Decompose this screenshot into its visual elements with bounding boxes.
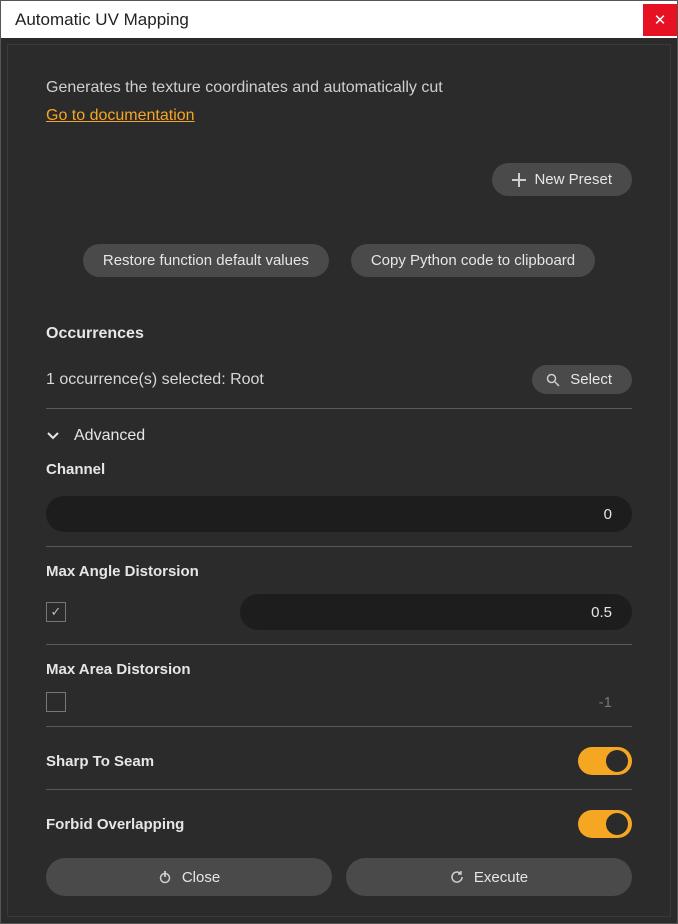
toggle-knob — [606, 750, 628, 772]
max-area-row: -1 — [46, 692, 632, 712]
new-preset-label: New Preset — [534, 171, 612, 188]
divider — [46, 644, 632, 645]
restore-defaults-label: Restore function default values — [103, 252, 309, 269]
plus-icon — [512, 173, 526, 187]
refresh-icon — [450, 870, 464, 884]
window-close-button[interactable]: ✕ — [643, 4, 677, 36]
divider — [46, 789, 632, 790]
max-angle-checkbox[interactable] — [46, 602, 66, 622]
occurrences-row: 1 occurrence(s) selected: Root Select — [46, 365, 632, 394]
select-label: Select — [570, 371, 612, 388]
forbid-overlapping-toggle[interactable] — [578, 810, 632, 838]
dialog-body: Generates the texture coordinates and au… — [1, 38, 677, 923]
occurrences-heading: Occurrences — [46, 325, 632, 343]
documentation-link[interactable]: Go to documentation — [46, 107, 632, 125]
preset-row: New Preset — [46, 163, 632, 196]
max-area-checkbox[interactable] — [46, 692, 66, 712]
channel-input[interactable]: 0 — [46, 496, 632, 532]
description-text: Generates the texture coordinates and au… — [46, 79, 632, 97]
toggle-knob — [606, 813, 628, 835]
select-occurrences-button[interactable]: Select — [532, 365, 632, 394]
sharp-to-seam-label: Sharp To Seam — [46, 753, 154, 770]
close-button[interactable]: Close — [46, 858, 332, 896]
window-title: Automatic UV Mapping — [15, 10, 189, 30]
copy-python-label: Copy Python code to clipboard — [371, 252, 575, 269]
divider — [46, 726, 632, 727]
max-area-label: Max Area Distorsion — [46, 661, 632, 678]
dialog-window: Automatic UV Mapping ✕ Generates the tex… — [0, 0, 678, 924]
dialog-inner: Generates the texture coordinates and au… — [7, 44, 671, 917]
max-angle-label: Max Angle Distorsion — [46, 563, 632, 580]
action-row: Restore function default values Copy Pyt… — [46, 244, 632, 277]
chevron-down-icon — [46, 429, 60, 443]
max-area-value: -1 — [80, 694, 632, 711]
forbid-overlapping-label: Forbid Overlapping — [46, 816, 184, 833]
copy-python-button[interactable]: Copy Python code to clipboard — [351, 244, 595, 277]
divider — [46, 408, 632, 409]
titlebar: Automatic UV Mapping ✕ — [1, 1, 677, 38]
search-icon — [546, 373, 560, 387]
sharp-to-seam-toggle[interactable] — [578, 747, 632, 775]
footer: Close Execute — [46, 838, 632, 896]
close-label: Close — [182, 869, 220, 886]
advanced-label: Advanced — [74, 427, 145, 445]
occurrences-text: 1 occurrence(s) selected: Root — [46, 371, 264, 389]
channel-value: 0 — [604, 506, 612, 523]
power-icon — [158, 870, 172, 884]
execute-button[interactable]: Execute — [346, 858, 632, 896]
advanced-toggle[interactable]: Advanced — [46, 427, 632, 445]
sharp-to-seam-row: Sharp To Seam — [46, 747, 632, 775]
new-preset-button[interactable]: New Preset — [492, 163, 632, 196]
divider — [46, 546, 632, 547]
execute-label: Execute — [474, 869, 528, 886]
restore-defaults-button[interactable]: Restore function default values — [83, 244, 329, 277]
max-angle-row: 0.5 — [46, 594, 632, 630]
channel-label: Channel — [46, 461, 632, 478]
max-angle-input[interactable]: 0.5 — [240, 594, 632, 630]
close-icon: ✕ — [654, 11, 667, 29]
forbid-overlapping-row: Forbid Overlapping — [46, 810, 632, 838]
max-angle-value: 0.5 — [591, 604, 612, 621]
